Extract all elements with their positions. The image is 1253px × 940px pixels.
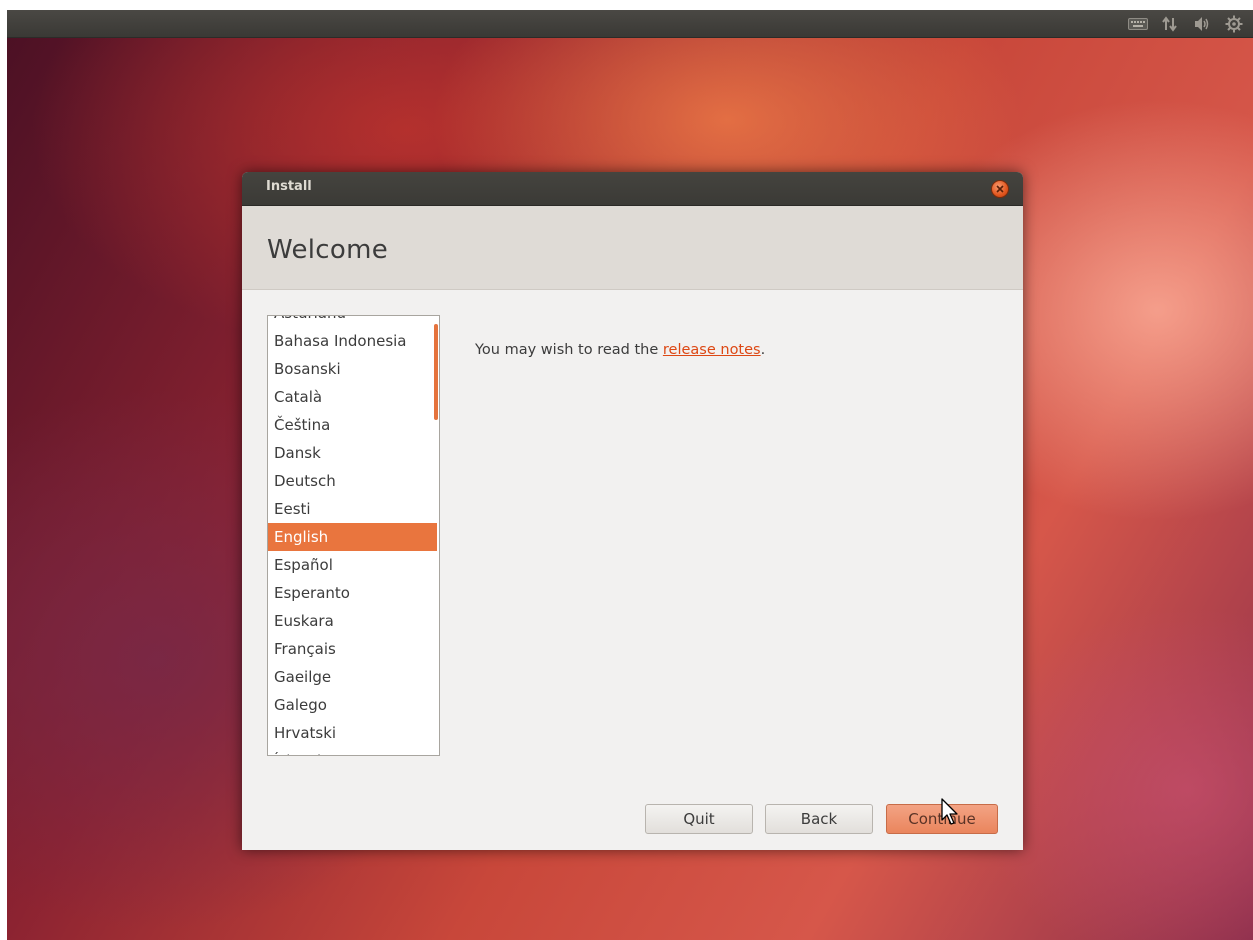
language-item[interactable]: Asturianu: [268, 316, 437, 327]
language-item[interactable]: Català: [268, 383, 437, 411]
window-titlebar[interactable]: Install: [242, 172, 1023, 206]
language-item[interactable]: Deutsch: [268, 467, 437, 495]
language-item[interactable]: Bosanski: [268, 355, 437, 383]
language-item[interactable]: Čeština: [268, 411, 437, 439]
window-title: Install: [266, 179, 312, 194]
language-item[interactable]: Bahasa Indonesia: [268, 327, 437, 355]
language-item[interactable]: Íslenska: [268, 747, 437, 755]
language-item[interactable]: Esperanto: [268, 579, 437, 607]
language-item[interactable]: Dansk: [268, 439, 437, 467]
release-notes-prefix: You may wish to read the: [475, 342, 663, 358]
language-item[interactable]: Galego: [268, 691, 437, 719]
language-item[interactable]: Español: [268, 551, 437, 579]
language-item[interactable]: Hrvatski: [268, 719, 437, 747]
quit-button[interactable]: Quit: [645, 804, 753, 834]
list-scrollbar[interactable]: [434, 324, 438, 420]
language-item[interactable]: Français: [268, 635, 437, 663]
network-icon[interactable]: [1159, 15, 1181, 33]
language-list[interactable]: Asturianu Bahasa Indonesia Bosanski Cata…: [267, 315, 440, 756]
keyboard-icon[interactable]: [1127, 15, 1149, 33]
language-item[interactable]: Euskara: [268, 607, 437, 635]
sound-icon[interactable]: [1191, 15, 1213, 33]
back-button[interactable]: Back: [765, 804, 873, 834]
session-gear-icon[interactable]: [1223, 15, 1245, 33]
release-notes-message: You may wish to read the release notes.: [475, 342, 765, 358]
close-icon[interactable]: [991, 180, 1009, 198]
page-title: Welcome: [267, 235, 389, 265]
install-window: Install Welcome Asturianu Bahasa Indones…: [242, 172, 1023, 850]
release-notes-link[interactable]: release notes: [663, 342, 761, 358]
language-item[interactable]: Gaeilge: [268, 663, 437, 691]
language-item-selected[interactable]: English: [268, 523, 437, 551]
page-header: Welcome: [242, 206, 1023, 290]
release-notes-suffix: .: [760, 342, 766, 358]
desktop-background: Install Welcome Asturianu Bahasa Indones…: [7, 10, 1253, 940]
indicator-area: [1127, 14, 1245, 34]
top-panel: [7, 10, 1253, 38]
language-item[interactable]: Eesti: [268, 495, 437, 523]
mouse-pointer-icon: [941, 798, 958, 825]
